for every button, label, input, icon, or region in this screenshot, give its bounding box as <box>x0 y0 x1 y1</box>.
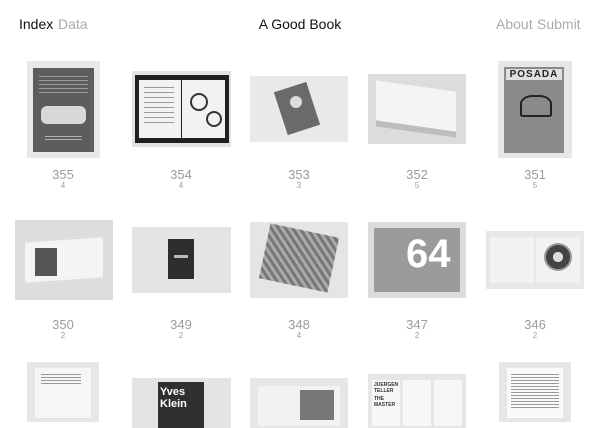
book-card[interactable]: 355 4 <box>4 0 122 200</box>
cover-title: JUERGEN TELLER <box>374 382 399 394</box>
book-thumbnail[interactable]: POSADA <box>498 61 572 158</box>
book-thumbnail[interactable] <box>250 222 348 298</box>
book-number[interactable]: 355 <box>4 167 122 182</box>
book-number[interactable]: 350 <box>4 317 122 332</box>
book-image-count: 4 <box>296 331 302 340</box>
book-thumbnail[interactable] <box>250 378 348 428</box>
cover-subtitle: THE MASTER <box>374 396 396 408</box>
book-card[interactable] <box>240 360 358 428</box>
book-image-count: 2 <box>60 331 66 340</box>
cover-title: POSADA <box>506 69 562 80</box>
book-image-count: 4 <box>178 181 184 190</box>
book-number[interactable]: 348 <box>240 317 358 332</box>
book-thumbnail[interactable]: JUERGEN TELLER THE MASTER <box>368 374 466 428</box>
book-thumbnail[interactable]: 64 <box>368 222 466 298</box>
book-card[interactable]: 64 347 2 <box>358 200 476 360</box>
book-card[interactable]: JUERGEN TELLER THE MASTER <box>358 360 476 428</box>
book-image-count: 5 <box>414 181 420 190</box>
book-number[interactable]: 346 <box>476 317 594 332</box>
book-thumbnail[interactable] <box>368 74 466 144</box>
book-card[interactable]: POSADA 351 5 <box>476 0 594 200</box>
book-image-count: 2 <box>178 331 184 340</box>
book-number[interactable]: 352 <box>358 167 476 182</box>
book-card[interactable]: 354 4 <box>122 0 240 200</box>
book-thumbnail[interactable]: Yves Klein <box>132 378 231 428</box>
book-number[interactable]: 354 <box>122 167 240 182</box>
book-thumbnail[interactable] <box>486 231 584 289</box>
book-image-count: 3 <box>296 181 302 190</box>
book-thumbnail[interactable] <box>15 220 113 300</box>
book-image-count: 2 <box>532 331 538 340</box>
book-thumbnail[interactable] <box>132 227 231 293</box>
book-thumbnail[interactable] <box>132 71 231 147</box>
book-card[interactable]: 350 2 <box>4 200 122 360</box>
book-image-count: 5 <box>532 181 538 190</box>
book-number[interactable]: 349 <box>122 317 240 332</box>
book-thumbnail[interactable] <box>250 76 348 142</box>
book-number[interactable]: 347 <box>358 317 476 332</box>
book-card[interactable]: 352 5 <box>358 0 476 200</box>
book-image-count: 2 <box>414 331 420 340</box>
cover-title: Yves Klein <box>160 386 187 411</box>
book-card[interactable] <box>476 360 594 422</box>
book-card[interactable]: Yves Klein <box>122 360 240 428</box>
book-card[interactable] <box>4 360 122 422</box>
book-image-count: 4 <box>60 181 66 190</box>
book-card[interactable]: 346 2 <box>476 200 594 360</box>
cover-number: 64 <box>406 232 451 276</box>
book-thumbnail[interactable] <box>499 362 571 422</box>
book-card[interactable]: 353 3 <box>240 0 358 200</box>
book-grid: 355 4 354 4 353 3 352 5 POSADA 351 5 350… <box>0 0 600 428</box>
book-number[interactable]: 353 <box>240 167 358 182</box>
book-number[interactable]: 351 <box>476 167 594 182</box>
book-card[interactable]: 348 4 <box>240 200 358 360</box>
book-card[interactable]: 349 2 <box>122 200 240 360</box>
book-thumbnail[interactable] <box>27 362 99 422</box>
book-thumbnail[interactable] <box>27 61 100 158</box>
